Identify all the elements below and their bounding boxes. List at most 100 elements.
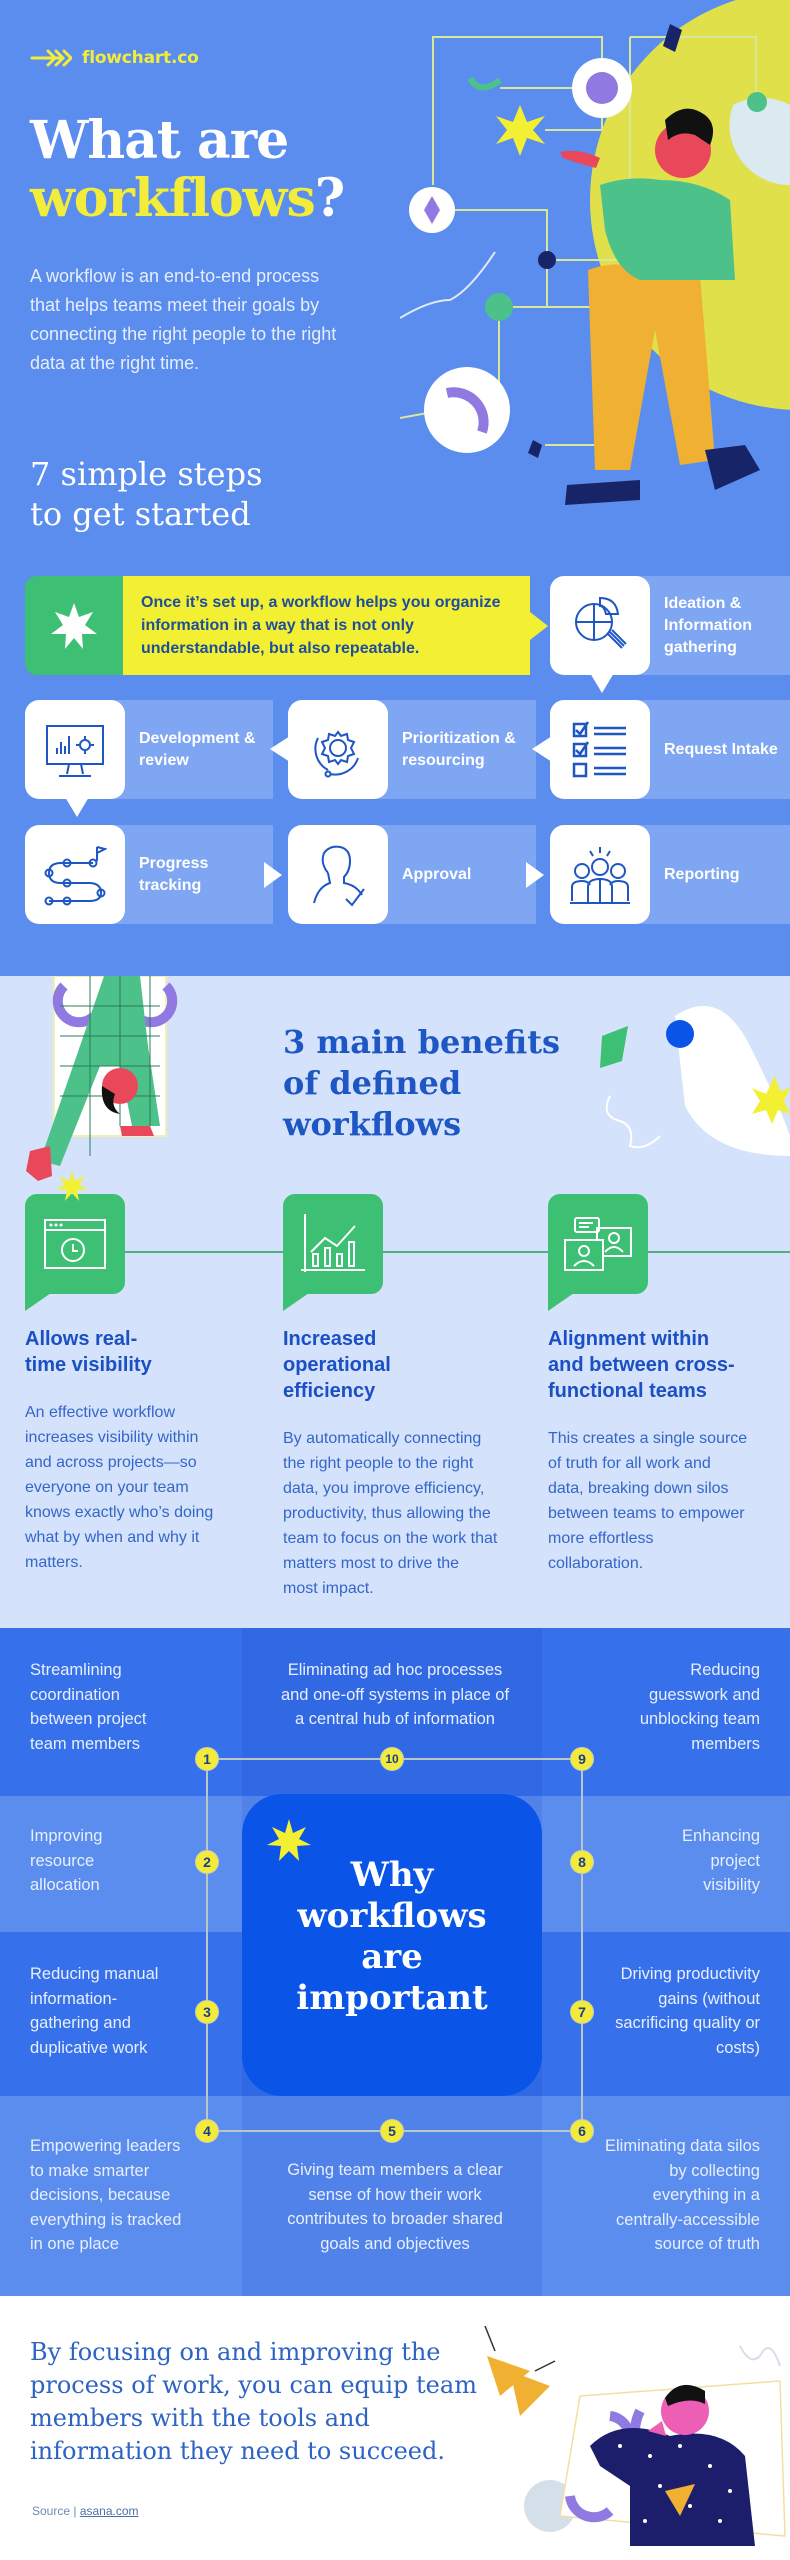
- step-label: Reporting: [636, 825, 790, 924]
- flow-arrow-icon: [264, 862, 282, 888]
- step-request-intake: Request Intake: [532, 700, 790, 799]
- person-check-icon: [313, 845, 365, 907]
- roadmap-flag-icon: [44, 845, 107, 905]
- benefit-heading: Allows real-time visibility: [25, 1328, 152, 1376]
- frame-line-left: [206, 1758, 208, 2132]
- browser-clock-icon: [44, 1219, 106, 1269]
- intro-badge: [25, 576, 123, 675]
- reason-text: Enhancing project visibility: [682, 1827, 760, 1894]
- steps-title-line1: 7 simple steps: [30, 455, 263, 493]
- team-idea-icon: [570, 846, 630, 904]
- reason-number: 5: [380, 2119, 404, 2143]
- gear-cycle-icon: [314, 729, 359, 777]
- step-approval: Approval: [288, 825, 536, 924]
- benefits-title-line2: of defined: [283, 1064, 462, 1102]
- step-development: Development & review: [25, 700, 273, 817]
- step-label: Ideation & Information gathering: [636, 576, 790, 675]
- brand-logo[interactable]: flowchart.co: [30, 48, 199, 68]
- brand-name: flowchart.co: [82, 48, 199, 68]
- reason-text: Giving team members a clear sense of how…: [287, 2161, 503, 2253]
- reason-text: Improving resource allocation: [30, 1827, 103, 1894]
- reason-text: Streamlining coordination between projec…: [30, 1661, 147, 1753]
- benefits-title-line1: 3 main benefits: [283, 1023, 560, 1061]
- benefits-title-line3: workflows: [283, 1105, 462, 1143]
- step-prioritization: Prioritization & resourcing: [270, 700, 536, 799]
- video-call-icon: [564, 1217, 632, 1271]
- reason-text: Eliminating ad hoc processes and one-off…: [280, 1661, 510, 1728]
- step-icon-box: [25, 825, 125, 924]
- benefits-title: 3 main benefits of defined workflows: [283, 1022, 560, 1145]
- reason-number: 4: [195, 2119, 219, 2143]
- steps-title: 7 simple steps to get started: [30, 454, 262, 534]
- benefit-card: Increased operational efficiency By auto…: [283, 1194, 513, 1601]
- puzzle-bulb-icon: [575, 596, 627, 649]
- reason-text: Empowering leaders to make smarter decis…: [30, 2137, 182, 2253]
- steps-title-line2: to get started: [30, 495, 251, 533]
- hero-description: A workflow is an end-to-end process that…: [30, 266, 337, 373]
- checklist-icon: [572, 720, 626, 777]
- reason-number: 10: [380, 1747, 404, 1771]
- upside-down-person-illustration: [26, 976, 178, 1186]
- infographic: flowchart.co What are workflows? A workf…: [0, 0, 790, 2560]
- footer-section: By focusing on and improving the process…: [0, 2296, 790, 2560]
- intro-text: Once it’s set up, a workflow helps you o…: [123, 576, 548, 675]
- reason-number: 7: [570, 2000, 594, 2024]
- closing-statement: By focusing on and improving the process…: [30, 2338, 477, 2465]
- source-credit: Source | asana.com: [32, 2504, 139, 2518]
- flow-arrow-icon: [526, 862, 544, 888]
- source-link[interactable]: asana.com: [80, 2504, 139, 2518]
- monitor-chart-icon: [46, 724, 104, 777]
- step-label: Request Intake: [636, 700, 790, 799]
- step-label: Prioritization & resourcing: [374, 700, 536, 799]
- benefits-section: 3 main benefits of defined workflows All…: [0, 976, 790, 1628]
- step-icon-box: [550, 825, 650, 924]
- benefit-body: This creates a single source of truth fo…: [548, 1430, 748, 1572]
- benefit-body: By automatically connecting the right pe…: [283, 1430, 498, 1597]
- triple-arrow-icon: [30, 49, 72, 67]
- step-icon-box: [550, 576, 650, 693]
- reason-number: 6: [570, 2119, 594, 2143]
- step-icon-box: [270, 700, 388, 799]
- steps-intro-callout: Once it’s set up, a workflow helps you o…: [25, 576, 548, 675]
- reason-number: 3: [195, 2000, 219, 2024]
- growth-chart-icon: [301, 1214, 365, 1272]
- reason-text: Reducing manual information-gathering an…: [30, 1965, 159, 2057]
- benefit-heading: Increased operational efficiency: [283, 1328, 391, 1402]
- benefit-card: Alignment within and between cross-funct…: [548, 1194, 778, 1576]
- reason-number: 2: [195, 1850, 219, 1874]
- source-label: Source: [32, 2504, 71, 2518]
- step-icon-box: [288, 825, 388, 924]
- benefit-heading: Alignment within and between cross-funct…: [548, 1328, 735, 1402]
- reason-number: 1: [195, 1747, 219, 1771]
- bird-illustration: [600, 1006, 790, 1156]
- hero-title: What are workflows?: [30, 110, 345, 229]
- why-title: Why workflows are important: [296, 1855, 488, 2018]
- hero-title-highlight: workflows: [30, 168, 316, 229]
- reason-number: 9: [570, 1747, 594, 1771]
- step-icon-box: [532, 700, 650, 799]
- person-pants: [588, 264, 715, 470]
- benefit-icon-badge: [283, 1194, 383, 1311]
- step-icon-box: [25, 700, 125, 817]
- benefit-card: Allows real-time visibility An effective…: [25, 1171, 255, 1575]
- frame-line-right: [581, 1758, 583, 2132]
- reason-text: Reducing guesswork and unblocking team m…: [639, 1661, 760, 1753]
- benefit-body: An effective workflow increases visibili…: [25, 1404, 214, 1571]
- step-label: Development & review: [111, 700, 273, 799]
- benefit-icon-badge: [25, 1171, 125, 1311]
- hero-title-line1: What are: [30, 110, 289, 171]
- hero-illustration: [400, 0, 790, 505]
- step-ideation: Ideation & Information gathering: [550, 576, 790, 693]
- reason-number: 8: [570, 1850, 594, 1874]
- megaphone-person-illustration: [484, 2325, 786, 2546]
- step-label: Progress tracking: [111, 825, 273, 924]
- hero-section: flowchart.co What are workflows? A workf…: [0, 0, 790, 976]
- step-label: Approval: [374, 825, 536, 924]
- reason-text: Driving productivity gains (without sacr…: [615, 1965, 760, 2057]
- hero-title-suffix: ?: [314, 168, 345, 229]
- sparkle-icon: [56, 1171, 88, 1201]
- step-reporting: Reporting: [550, 825, 790, 924]
- step-progress-tracking: Progress tracking: [25, 825, 273, 924]
- benefit-icon-badge: [548, 1194, 648, 1311]
- reason-text: Eliminating data silos by collecting eve…: [605, 2137, 760, 2253]
